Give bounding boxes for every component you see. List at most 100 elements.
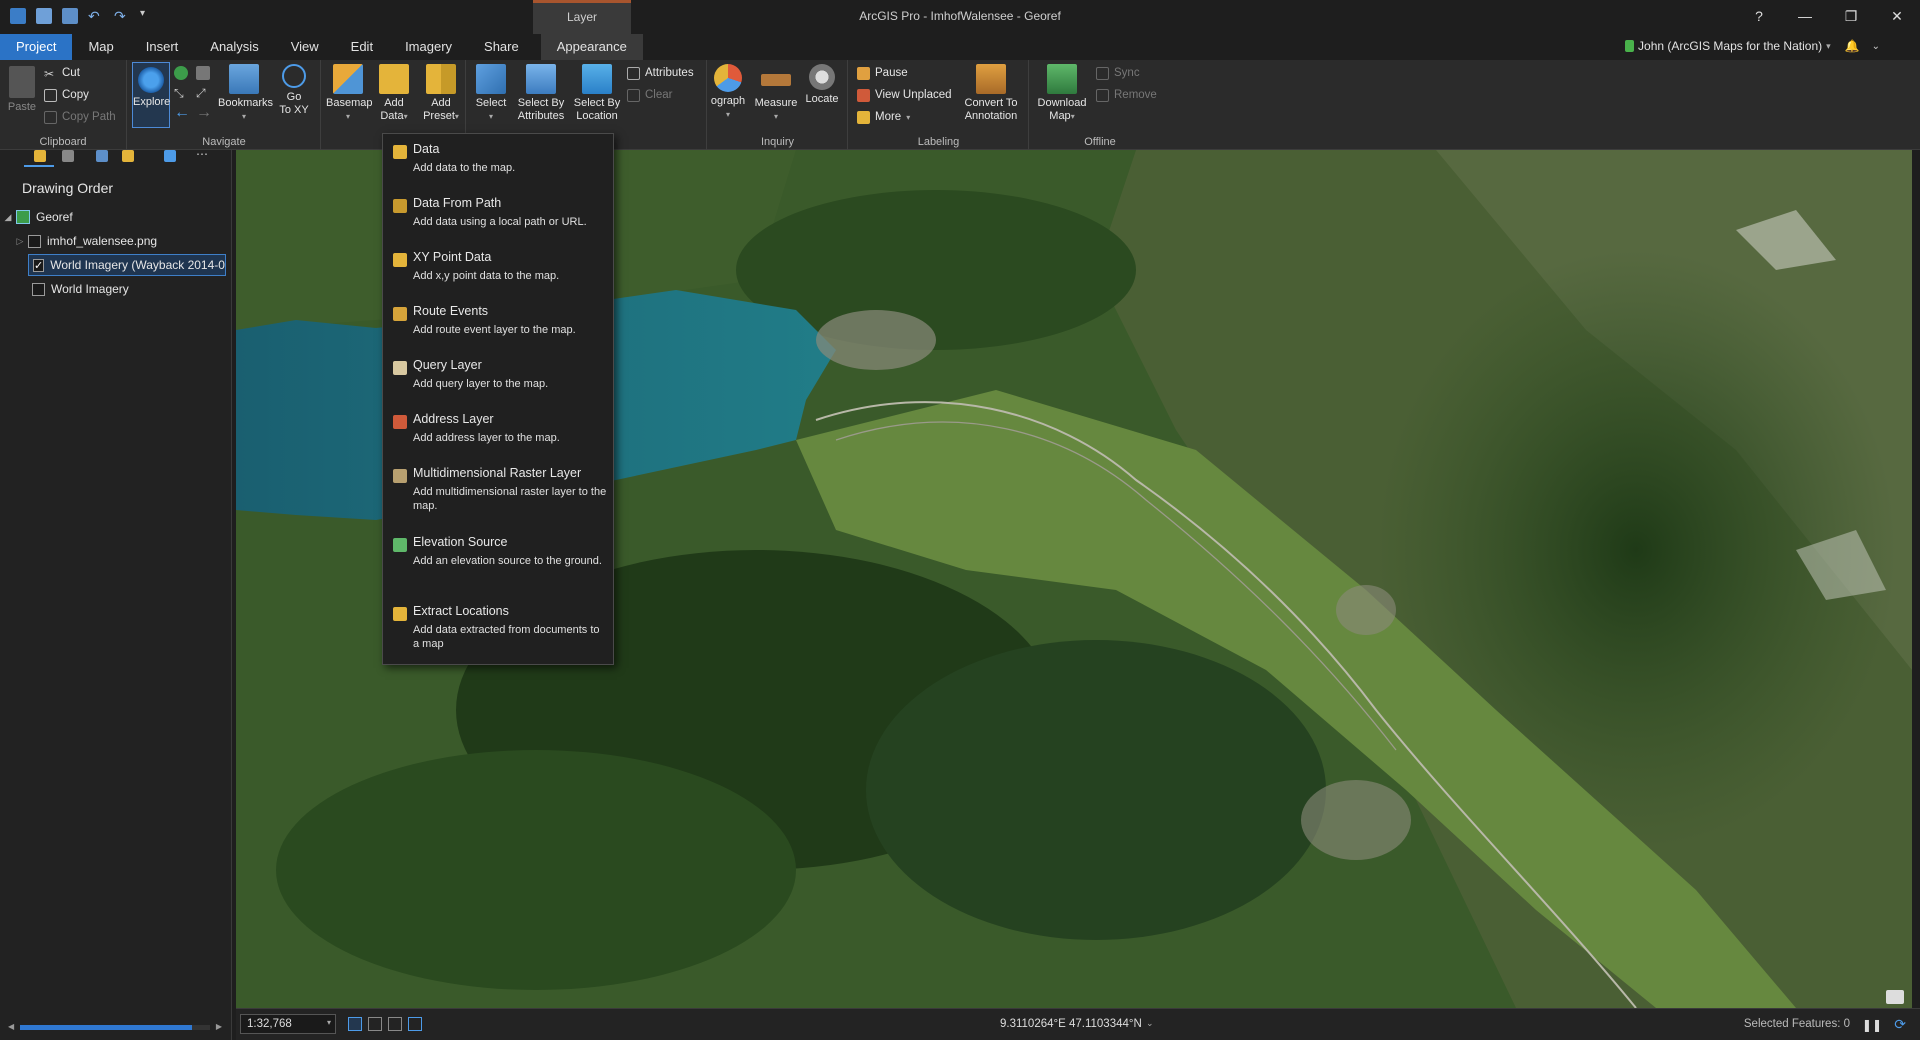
table-icon[interactable]	[388, 1017, 402, 1031]
layer-row[interactable]: ✓ World Imagery (Wayback 2014-02	[28, 254, 226, 276]
scroll-left-icon[interactable]: ◀	[8, 1022, 14, 1031]
restore-button[interactable]: ❐	[1828, 0, 1874, 32]
tab-analysis[interactable]: Analysis	[194, 34, 274, 60]
copy-button[interactable]: Copy	[44, 86, 89, 104]
view-unplaced-button[interactable]: View Unplaced	[857, 86, 952, 104]
tab-share[interactable]: Share	[468, 34, 535, 60]
menu-item-multidimensional-raster-layer[interactable]: Multidimensional Raster Layer Add multid…	[383, 466, 613, 513]
close-button[interactable]: ✕	[1874, 0, 1920, 32]
clear-selection-button[interactable]: Clear	[627, 86, 672, 104]
menu-item-elevation-source[interactable]: Elevation Source Add an elevation source…	[383, 535, 613, 568]
forest	[276, 750, 796, 990]
add-preset-button[interactable]: Add Preset▾	[418, 64, 464, 123]
refresh-icon[interactable]: ⟳	[1894, 1016, 1906, 1033]
sync-button[interactable]: Sync	[1096, 64, 1140, 82]
scrollbar-thumb[interactable]	[20, 1025, 192, 1030]
infographics-icon	[714, 64, 742, 92]
attributes-button[interactable]: Attributes	[627, 64, 694, 82]
select-by-location-button[interactable]: Select By Location	[571, 64, 623, 123]
tab-map[interactable]: Map	[72, 34, 129, 60]
copy-path-button[interactable]: Copy Path	[44, 108, 116, 126]
tab-imagery[interactable]: Imagery	[389, 34, 468, 60]
selected-features-count[interactable]: Selected Features: 0	[1744, 1018, 1850, 1030]
previous-extent-icon[interactable]: ←	[174, 104, 190, 122]
layer-visibility-checkbox[interactable]	[28, 234, 41, 248]
more-options-icon[interactable]: ⋯	[196, 148, 208, 162]
snapping-icon[interactable]	[368, 1017, 382, 1031]
town	[816, 310, 936, 370]
grid-toggle-icon[interactable]	[348, 1017, 362, 1031]
explore-button[interactable]: Explore	[132, 62, 170, 128]
user-status-icon	[1625, 40, 1635, 52]
expand-icon[interactable]: ▷	[12, 236, 28, 247]
layer-visibility-checkbox[interactable]	[32, 282, 45, 296]
measure-button[interactable]: Measure ▾	[752, 64, 800, 123]
zoom-out-fixed-icon[interactable]: ⤢	[196, 86, 206, 101]
fixed-zoom-icon[interactable]	[196, 66, 210, 80]
scale-selector[interactable]: 1:32,768 ▾	[240, 1014, 336, 1034]
list-by-selection-icon[interactable]	[96, 150, 108, 162]
menu-item-data-from-path[interactable]: Data From Path Add data using a local pa…	[383, 196, 613, 229]
chevron-down-icon: ▾	[1826, 40, 1831, 51]
list-by-drawing-order-icon[interactable]	[34, 150, 46, 162]
multidimensional-raster-icon	[393, 469, 407, 483]
ribbon-collapse-icon[interactable]: ⌄	[1872, 41, 1880, 52]
scroll-right-icon[interactable]: ▶	[216, 1022, 222, 1031]
menu-item-query-layer[interactable]: Query Layer Add query layer to the map.	[383, 358, 613, 391]
full-extent-icon[interactable]	[174, 66, 188, 80]
add-data-button[interactable]: Add Data▾	[372, 64, 416, 123]
tab-appearance[interactable]: Appearance	[540, 34, 643, 60]
menu-item-data[interactable]: Data Add data to the map.	[383, 142, 613, 175]
infographics-button[interactable]: ograph ▾	[708, 64, 748, 121]
tab-edit[interactable]: Edit	[335, 34, 389, 60]
select-by-attributes-button[interactable]: Select By Attributes	[515, 64, 567, 123]
menu-item-route-events[interactable]: Route Events Add route event layer to th…	[383, 304, 613, 337]
help-button[interactable]: ?	[1736, 0, 1782, 32]
menu-item-extract-locations[interactable]: Extract Locations Add data extracted fro…	[383, 604, 613, 651]
horizontal-scrollbar[interactable]: ◀ ▶	[8, 1022, 222, 1032]
select-button[interactable]: Select ▾	[469, 64, 513, 123]
map-node[interactable]: ◢ Georef	[0, 206, 228, 228]
tab-project[interactable]: Project	[0, 34, 73, 60]
pause-drawing-icon[interactable]: ❚❚	[1862, 1018, 1882, 1032]
paste-button[interactable]: Paste	[4, 66, 40, 114]
zoom-in-fixed-icon[interactable]: ⤡	[174, 86, 184, 101]
layer-row[interactable]: World Imagery	[28, 278, 226, 300]
basemap-button[interactable]: Basemap ▾	[326, 64, 372, 123]
constraints-icon[interactable]	[408, 1017, 422, 1031]
list-by-editing-icon[interactable]	[122, 150, 134, 162]
next-extent-icon[interactable]: →	[196, 104, 212, 122]
tab-insert[interactable]: Insert	[130, 34, 195, 60]
layer-name: imhof_walensee.png	[47, 234, 158, 248]
map-notes-icon[interactable]	[1886, 990, 1904, 1004]
more-labeling-button[interactable]: More ▾	[857, 108, 910, 126]
add-data-icon	[379, 64, 409, 94]
layer-row[interactable]: ▷ imhof_walensee.png	[12, 230, 228, 252]
view-unplaced-icon	[857, 88, 870, 102]
notifications-icon[interactable]: 🔔	[1845, 39, 1860, 53]
add-group-icon[interactable]	[164, 150, 176, 162]
data-from-path-icon	[393, 199, 407, 213]
list-by-source-icon[interactable]	[62, 150, 74, 162]
locate-button[interactable]: Locate	[802, 64, 842, 106]
cut-button[interactable]: ✂ Cut	[44, 64, 80, 82]
user-account[interactable]: John (ArcGIS Maps for the Nation) ▾ 🔔 ⌄	[1625, 39, 1880, 53]
active-list-indicator	[24, 165, 54, 167]
menu-item-address-layer[interactable]: Address Layer Add address layer to the m…	[383, 412, 613, 445]
collapse-icon[interactable]: ◢	[0, 212, 16, 223]
download-map-button[interactable]: Download Map▾	[1032, 64, 1092, 123]
menu-item-xy-point-data[interactable]: XY Point Data Add x,y point data to the …	[383, 250, 613, 283]
minimize-button[interactable]: —	[1782, 0, 1828, 32]
chevron-down-icon: ▾	[454, 112, 459, 121]
remove-button[interactable]: Remove	[1096, 86, 1157, 104]
contents-toolbar: ⋯	[0, 148, 231, 166]
convert-to-annotation-button[interactable]: Convert To Annotation	[957, 64, 1025, 123]
village	[1336, 585, 1396, 635]
go-to-xy-button[interactable]: Go To XY	[274, 64, 314, 117]
layer-visibility-checkbox[interactable]: ✓	[33, 258, 45, 272]
tab-view[interactable]: View	[275, 34, 335, 60]
select-by-location-icon	[582, 64, 612, 94]
chevron-down-icon[interactable]: ⌄	[1146, 1018, 1154, 1029]
bookmarks-button[interactable]: Bookmarks ▾	[218, 64, 273, 123]
pause-labeling-button[interactable]: Pause	[857, 64, 908, 82]
